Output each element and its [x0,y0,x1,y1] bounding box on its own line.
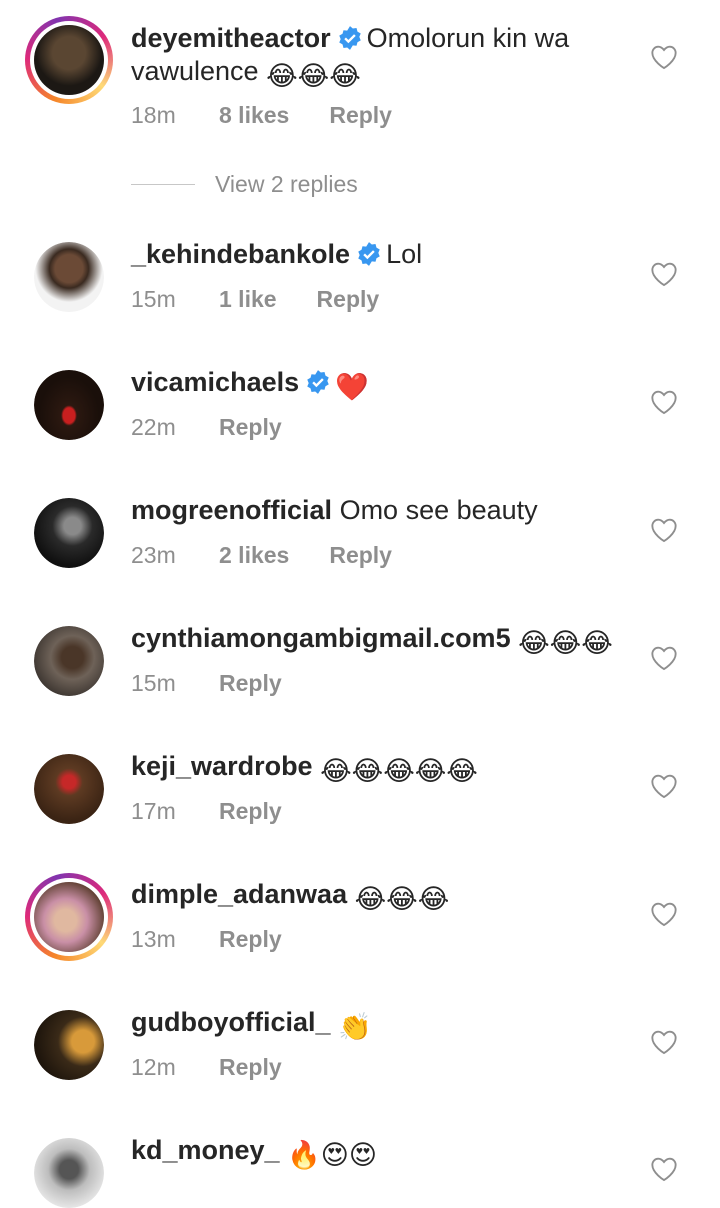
emoji: ❤️ [335,372,369,402]
verified-badge-icon [338,26,361,50]
comment-username[interactable]: deyemitheactor [131,23,331,53]
like-heart-icon[interactable] [650,261,678,287]
comment-username[interactable]: mogreenofficial [131,495,332,525]
avatar[interactable] [34,242,104,312]
comment-text: Lol [386,239,423,269]
verified-badge-icon [307,370,329,394]
comment-username[interactable]: gudboyofficial_ [131,1007,331,1037]
comment-username[interactable]: _kehindebankole [131,239,350,269]
emoji: 😂😂😂😂😂 [320,756,478,786]
view-replies-label: View 2 replies [215,171,358,197]
likes-count[interactable]: 8 likes [219,102,289,129]
like-heart-icon[interactable] [650,645,678,671]
like-heart-icon[interactable] [650,773,678,799]
like-heart-icon[interactable] [650,389,678,415]
comment-time: 15m [131,670,176,696]
divider [131,184,195,185]
reply-button[interactable]: Reply [329,102,392,129]
reply-button[interactable]: Reply [219,798,282,825]
avatar[interactable] [34,1138,104,1208]
reply-button[interactable]: Reply [219,414,282,441]
avatar[interactable] [34,498,104,568]
like-heart-icon[interactable] [650,517,678,543]
reply-button[interactable]: Reply [329,542,392,569]
emoji: 🔥😍😍 [287,1140,378,1170]
comment-time: 15m [131,286,176,312]
comment-time: 18m [131,102,176,128]
emoji: 😂😂😂 [518,628,613,658]
avatar[interactable] [34,1010,104,1080]
avatar[interactable] [34,370,104,440]
likes-count[interactable]: 2 likes [219,542,289,569]
comment-time: 17m [131,798,176,824]
comment-time: 12m [131,1054,176,1080]
avatar[interactable] [25,873,113,961]
comment-username[interactable]: kd_money_ [131,1135,280,1165]
comment-username[interactable]: dimple_adanwaa [131,879,347,909]
view-replies-link[interactable]: View 2 replies [131,171,358,198]
reply-button[interactable]: Reply [219,926,282,953]
likes-count[interactable]: 1 like [219,286,277,313]
comment-username[interactable]: cynthiamongambigmail.com5 [131,623,511,653]
emoji: 😂😂😂 [354,884,450,914]
reply-button[interactable]: Reply [219,1054,282,1081]
comment-time: 22m [131,414,176,440]
avatar[interactable] [34,626,104,696]
like-heart-icon[interactable] [650,1029,678,1055]
like-heart-icon[interactable] [650,1156,678,1182]
comment-username[interactable]: vicamichaels [131,367,299,397]
emoji: 👏 [338,1012,372,1042]
like-heart-icon[interactable] [650,44,678,70]
emoji: 😂😂😂 [266,61,361,91]
reply-button[interactable]: Reply [317,286,380,313]
comment-time: 23m [131,542,176,568]
comment-username[interactable]: keji_wardrobe [131,751,313,781]
like-heart-icon[interactable] [650,901,678,927]
verified-badge-icon [358,242,380,266]
comment-text: Omo see beauty [339,495,538,525]
avatar[interactable] [34,754,104,824]
reply-button[interactable]: Reply [219,670,282,697]
comment-time: 13m [131,926,176,952]
avatar[interactable] [25,16,113,104]
